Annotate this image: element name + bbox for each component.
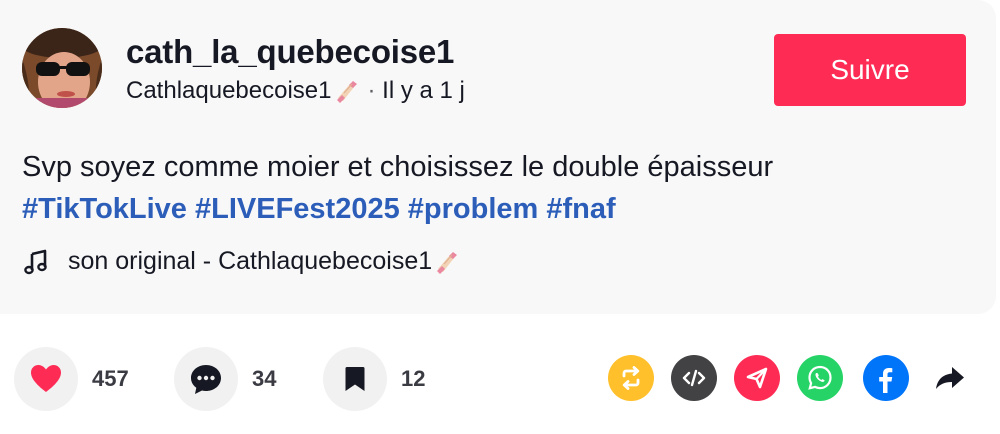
save-count: 12 <box>401 366 426 391</box>
post-description: Svp soyez comme moier et choisissez le d… <box>22 146 972 230</box>
avatar[interactable] <box>22 28 102 108</box>
send-button[interactable] <box>734 355 780 401</box>
like-count: 457 <box>92 366 129 391</box>
post-card: cath_la_quebecoise1 Cathlaquebecoise1 · … <box>0 0 996 314</box>
send-icon <box>746 367 768 389</box>
nail-polish-emoji-icon <box>434 249 460 275</box>
music-link[interactable]: son original - Cathlaquebecoise1 <box>22 247 460 276</box>
whatsapp-icon <box>808 365 832 390</box>
hashtag-fnaf[interactable]: #fnaf <box>546 193 615 225</box>
embed-icon <box>682 369 706 387</box>
heart-icon <box>31 365 61 392</box>
posted-time: Il y a 1 j <box>382 77 465 104</box>
like-button[interactable] <box>14 347 78 411</box>
save-action: 12 <box>323 347 425 411</box>
time-separator: · <box>367 77 376 104</box>
save-button[interactable] <box>323 347 387 411</box>
embed-button[interactable] <box>671 355 717 401</box>
whatsapp-share-button[interactable] <box>797 355 843 401</box>
facebook-icon <box>879 368 893 393</box>
author-display-name[interactable]: Cathlaquebecoise1 <box>126 77 332 105</box>
comment-button[interactable] <box>174 347 238 411</box>
more-share-button[interactable] <box>927 355 973 401</box>
share-arrow-icon <box>936 367 964 389</box>
like-action: 457 <box>14 347 129 411</box>
description-text: Svp soyez comme moier et choisissez le d… <box>22 151 774 183</box>
comment-icon <box>191 365 221 394</box>
bookmark-icon <box>345 367 365 391</box>
comment-count: 34 <box>252 366 277 391</box>
author-username[interactable]: cath_la_quebecoise1 <box>126 33 454 71</box>
repost-button[interactable] <box>608 355 654 401</box>
follow-button[interactable]: Suivre <box>774 34 966 106</box>
music-label: son original - Cathlaquebecoise1 <box>68 247 433 275</box>
hashtag-problem[interactable]: #problem <box>408 193 539 225</box>
hashtag-livefest2025[interactable]: #LIVEFest2025 <box>195 193 400 225</box>
hashtag-tiktoklive[interactable]: #TikTokLive <box>22 193 187 225</box>
facebook-share-button[interactable] <box>863 355 909 401</box>
repost-icon <box>622 366 640 390</box>
music-note-icon <box>22 248 50 276</box>
comment-action: 34 <box>174 347 276 411</box>
author-subline: Cathlaquebecoise1 · Il y a 1 j <box>126 77 465 105</box>
nail-polish-emoji-icon <box>334 78 360 104</box>
